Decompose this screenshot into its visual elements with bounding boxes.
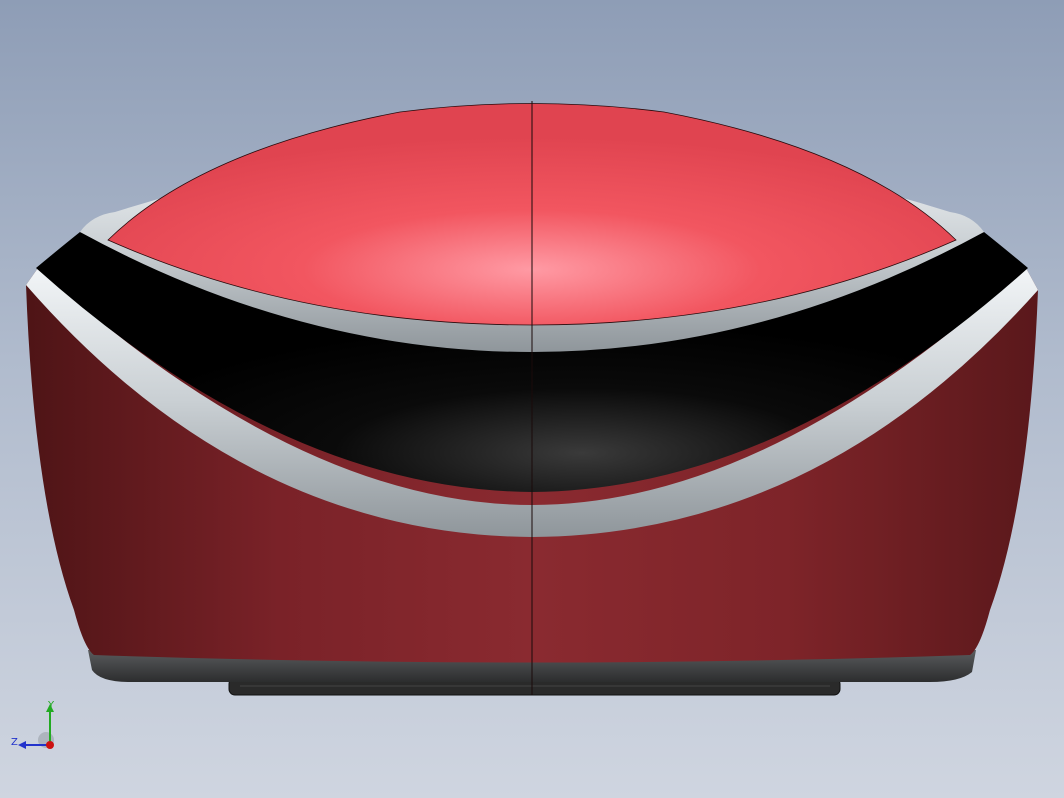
x-axis-icon xyxy=(46,741,54,749)
graphics-viewport[interactable]: Y Z xyxy=(0,0,1064,798)
z-axis-arrow-icon xyxy=(18,741,26,749)
triad-z-label: Z xyxy=(11,737,18,748)
3d-model-view[interactable] xyxy=(0,0,1064,798)
orientation-triad[interactable]: Y Z xyxy=(8,698,68,758)
triad-y-label: Y xyxy=(47,700,55,711)
